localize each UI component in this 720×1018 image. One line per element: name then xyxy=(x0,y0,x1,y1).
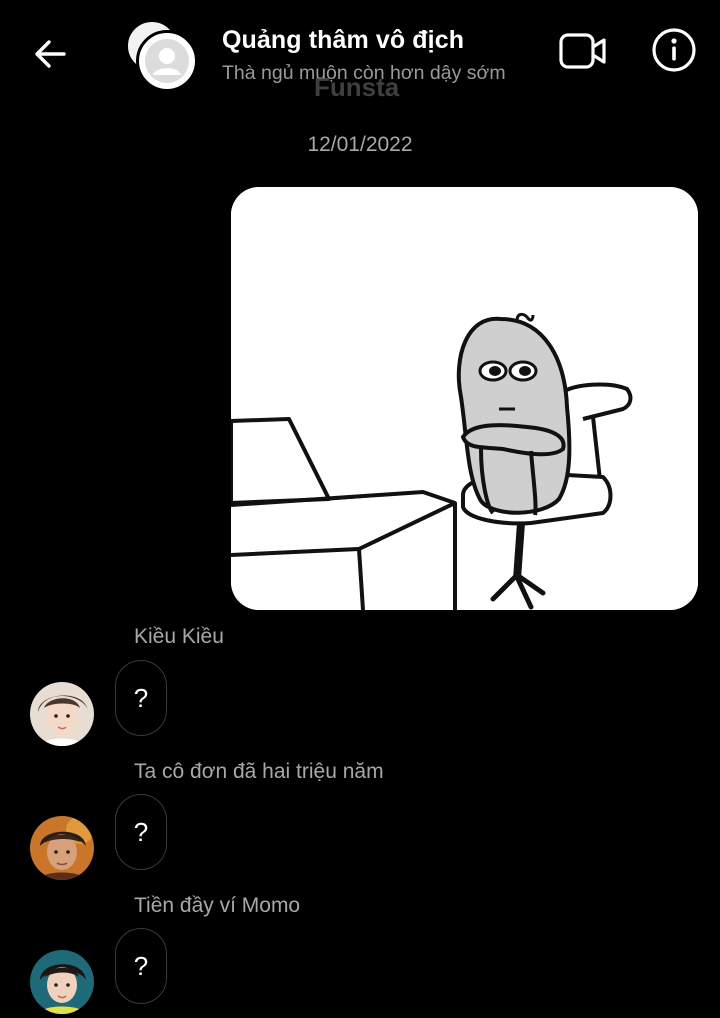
message-bubble[interactable]: ? xyxy=(115,928,167,1004)
avatar[interactable] xyxy=(30,816,94,880)
default-avatar-icon xyxy=(136,30,198,92)
message-bubble[interactable]: ? xyxy=(115,660,167,736)
message-sender-name: Tiền đầy ví Momo xyxy=(134,894,301,917)
back-button[interactable] xyxy=(28,32,72,76)
message-sender-name: Kiều Kiều xyxy=(134,625,224,648)
sticker-message[interactable] xyxy=(231,187,698,610)
message-sender-name: Ta cô đơn đã hai triệu năm xyxy=(134,760,384,783)
video-call-icon xyxy=(559,33,606,69)
thread-date: 12/01/2022 xyxy=(307,133,413,156)
video-call-button[interactable] xyxy=(556,28,610,74)
info-icon xyxy=(652,28,696,72)
sticker-image xyxy=(231,187,698,610)
back-arrow-icon xyxy=(35,40,66,68)
avatar[interactable] xyxy=(30,950,94,1014)
message-bubble[interactable]: ? xyxy=(115,794,167,870)
group-avatar[interactable] xyxy=(126,20,198,92)
info-button[interactable] xyxy=(650,26,698,74)
conversation-title[interactable]: Quảng thâm vô địch xyxy=(222,26,464,55)
avatar[interactable] xyxy=(30,682,94,746)
watermark: Funsta xyxy=(314,72,400,102)
